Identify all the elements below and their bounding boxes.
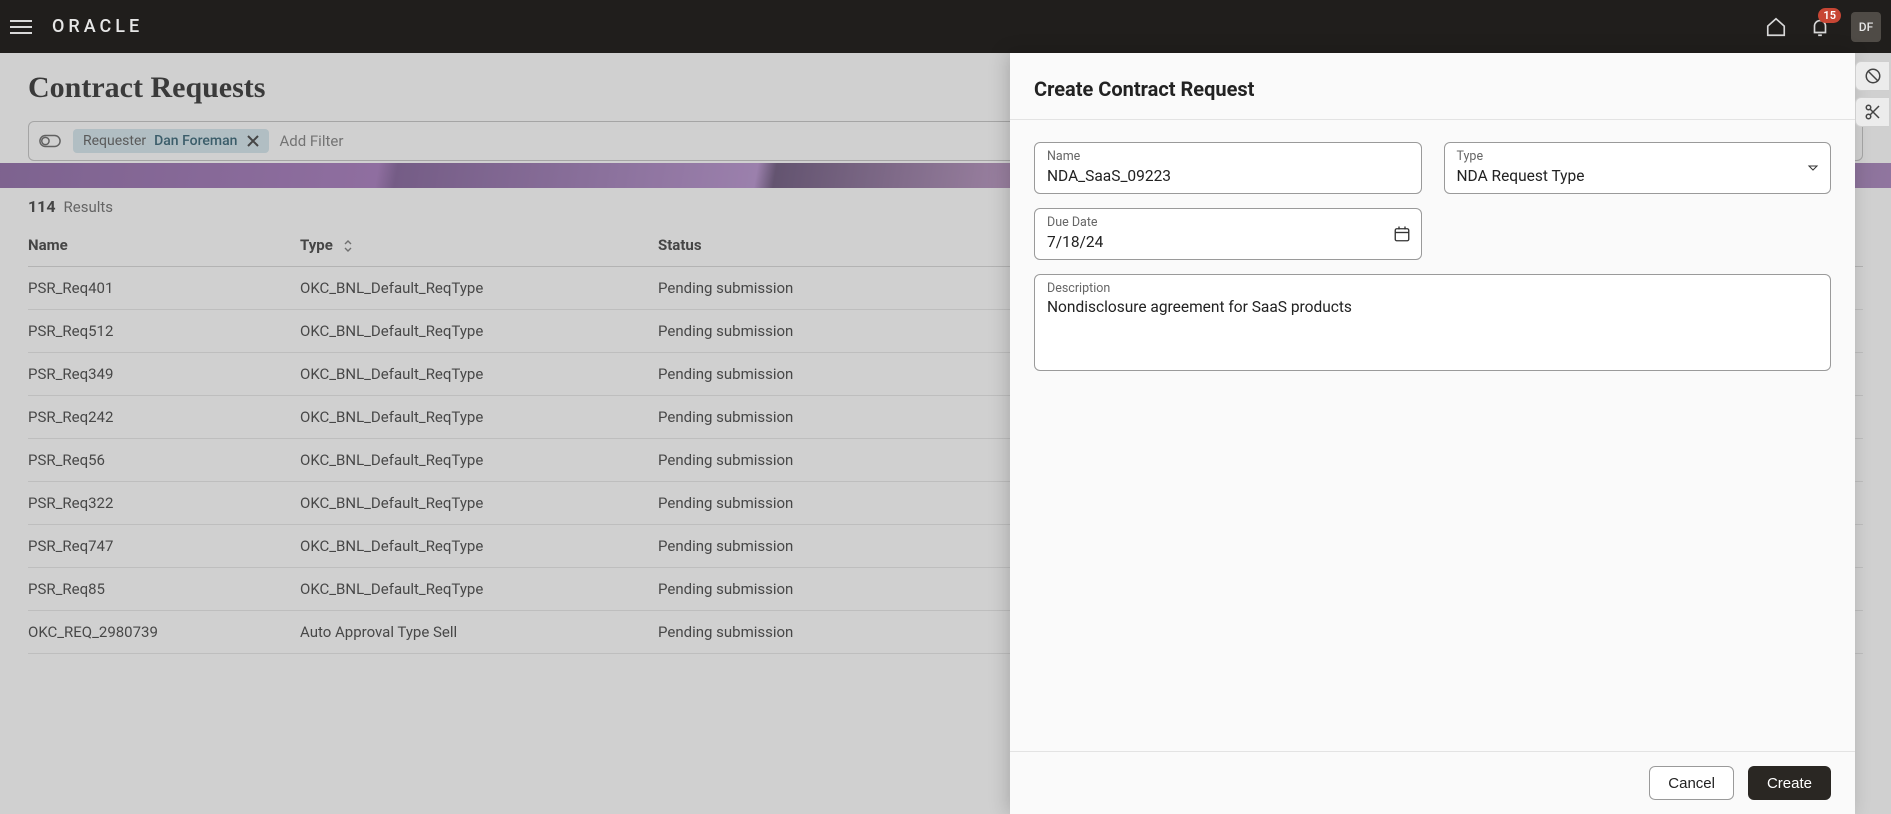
notifications-icon[interactable]: 15 — [1807, 14, 1833, 40]
panel-body: Name Type Due Date — [1010, 120, 1855, 751]
right-tool-rail — [1855, 53, 1891, 127]
due-date-field[interactable]: Due Date — [1034, 208, 1422, 260]
user-avatar[interactable]: DF — [1851, 12, 1881, 42]
type-field[interactable]: Type — [1444, 142, 1832, 194]
panel-footer: Cancel Create — [1010, 751, 1855, 814]
create-button[interactable]: Create — [1748, 766, 1831, 800]
description-input[interactable] — [1047, 298, 1818, 358]
panel-header: Create Contract Request — [1010, 53, 1855, 120]
name-field[interactable]: Name — [1034, 142, 1422, 194]
create-request-panel: Create Contract Request Name Type Due — [1010, 53, 1855, 814]
calendar-icon[interactable] — [1393, 225, 1411, 243]
type-select[interactable] — [1457, 167, 1819, 185]
brand-logo: ORACLE — [52, 16, 143, 37]
description-field[interactable]: Description — [1034, 274, 1831, 371]
name-field-label: Name — [1047, 149, 1409, 164]
block-icon[interactable] — [1855, 61, 1889, 91]
home-icon[interactable] — [1763, 14, 1789, 40]
description-label: Description — [1047, 281, 1818, 296]
due-date-label: Due Date — [1047, 215, 1409, 230]
due-date-input[interactable] — [1047, 233, 1409, 251]
notification-badge: 15 — [1818, 8, 1841, 23]
chevron-down-icon[interactable] — [1806, 161, 1820, 175]
cancel-button[interactable]: Cancel — [1649, 766, 1734, 800]
panel-title: Create Contract Request — [1034, 77, 1831, 101]
menu-icon[interactable] — [10, 15, 34, 39]
app-header: ORACLE 15 DF — [0, 0, 1891, 53]
main-area: Contract Requests Requester Dan Foreman … — [0, 53, 1891, 814]
type-field-label: Type — [1457, 149, 1819, 164]
name-input[interactable] — [1047, 167, 1409, 185]
scissors-icon[interactable] — [1855, 97, 1889, 127]
